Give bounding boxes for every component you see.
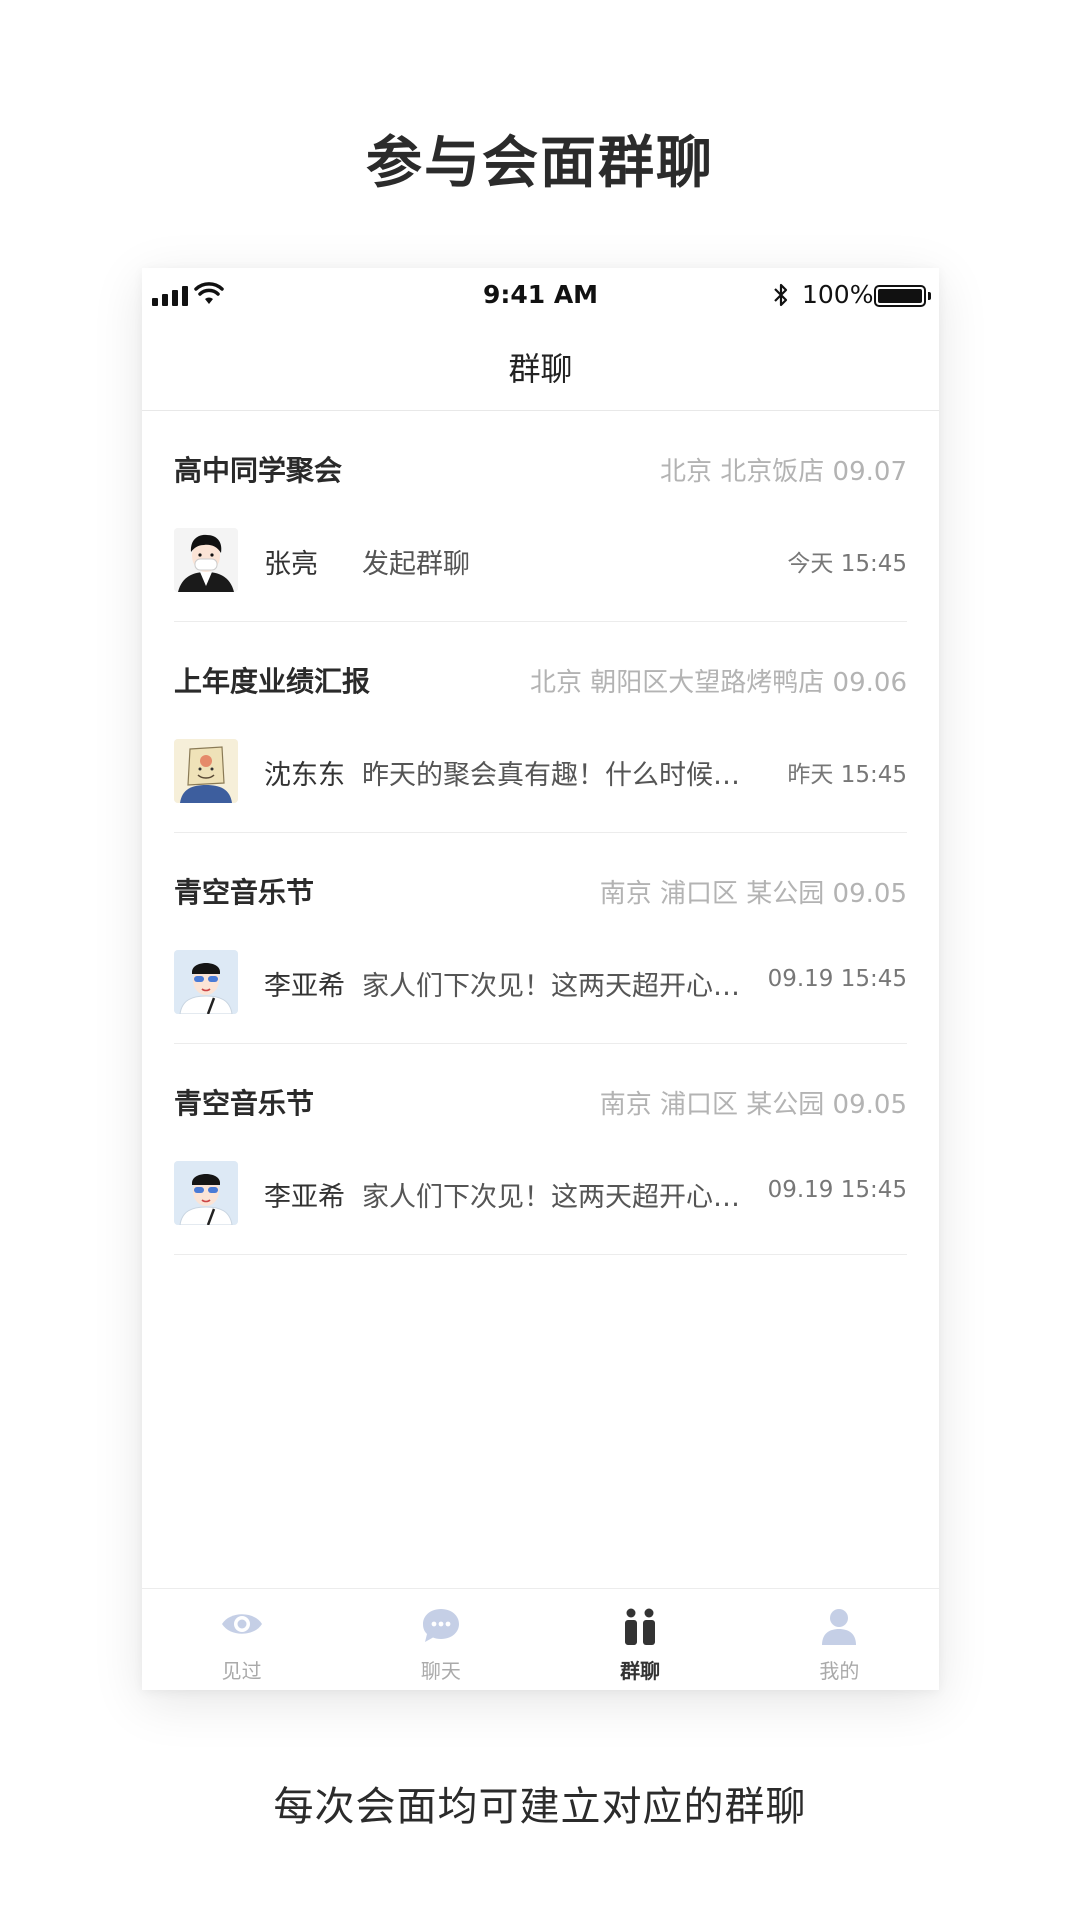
battery-percentage: 100% — [802, 280, 874, 309]
tab-label: 聊天 — [420, 1659, 461, 1683]
group-item[interactable]: 青空音乐节 南京 浦口区 某公园 09.05 李亚希 家人们下次见！这两天超开心… — [174, 833, 907, 1044]
group-item[interactable]: 青空音乐节 南京 浦口区 某公园 09.05 李亚希 家人们下次见！这两天超开心… — [174, 1044, 907, 1255]
sender-name: 张亮 — [264, 549, 318, 580]
message-preview: 家人们下次见！这两天超开心… — [362, 971, 740, 1002]
avatar-bag-head[interactable] — [174, 739, 238, 803]
avatar-cap-boy[interactable] — [174, 950, 238, 1014]
avatar-man-mask[interactable] — [174, 528, 238, 592]
group-location-date: 北京 朝阳区大望路烤鸭店 09.06 — [530, 668, 907, 698]
sender-name: 李亚希 — [264, 1182, 345, 1213]
group-item[interactable]: 高中同学聚会 北京 北京饭店 09.07 张亮 发起群聊 今天 15:45 — [174, 411, 907, 622]
page-caption: 每次会面均可建立对应的群聊 — [273, 1784, 807, 1830]
message-time: 09.19 15:45 — [767, 966, 907, 992]
group-name: 高中同学聚会 — [174, 454, 343, 487]
chat-bubble-icon — [422, 1609, 459, 1642]
group-location-date: 南京 浦口区 某公园 09.05 — [599, 1090, 907, 1120]
tab-seen[interactable]: 见过 — [142, 1589, 341, 1690]
group-list: 高中同学聚会 北京 北京饭店 09.07 张亮 发起群聊 今天 15:45 上年… — [142, 411, 939, 1255]
tab-bar: 见过 聊天 群聊 我的 — [142, 1588, 939, 1690]
group-name: 青空音乐节 — [174, 1087, 315, 1120]
group-item[interactable]: 上年度业绩汇报 北京 朝阳区大望路烤鸭店 09.06 沈东东 昨天的聚会真有趣！… — [174, 622, 907, 833]
battery-icon — [874, 285, 926, 307]
group-name: 青空音乐节 — [174, 876, 315, 909]
sender-name: 沈东东 — [264, 760, 345, 791]
message-preview: 昨天的聚会真有趣！什么时候… — [362, 760, 740, 791]
message-time: 09.19 15:45 — [767, 1177, 907, 1203]
message-preview: 家人们下次见！这两天超开心… — [362, 1182, 740, 1213]
tab-group-chat[interactable]: 群聊 — [541, 1589, 740, 1690]
tab-label: 群聊 — [620, 1659, 661, 1683]
bluetooth-icon — [774, 283, 788, 307]
person-icon — [822, 1609, 857, 1645]
battery-cap — [928, 292, 931, 300]
phone-screen: 9:41 AM 100% 群聊 高中同学聚会 北京 北京饭店 09.07 张亮 … — [142, 268, 939, 1690]
sender-name: 李亚希 — [264, 971, 345, 1002]
tab-label: 见过 — [221, 1659, 262, 1683]
group-location-date: 南京 浦口区 某公园 09.05 — [599, 879, 907, 909]
message-preview: 发起群聊 — [362, 549, 470, 580]
tab-label: 我的 — [819, 1659, 860, 1683]
page-title: 参与会面群聊 — [366, 131, 714, 196]
avatar-cap-boy[interactable] — [174, 1161, 238, 1225]
group-name: 上年度业绩汇报 — [174, 665, 371, 698]
tab-chat[interactable]: 聊天 — [341, 1589, 540, 1690]
message-time: 今天 15:45 — [787, 551, 907, 577]
eye-icon — [221, 1614, 262, 1634]
message-time: 昨天 15:45 — [787, 762, 907, 788]
tab-me[interactable]: 我的 — [740, 1589, 939, 1690]
group-icon — [625, 1608, 656, 1645]
status-bar: 9:41 AM 100% — [142, 268, 939, 324]
group-location-date: 北京 北京饭店 09.07 — [660, 457, 907, 487]
nav-title: 群聊 — [508, 350, 573, 388]
